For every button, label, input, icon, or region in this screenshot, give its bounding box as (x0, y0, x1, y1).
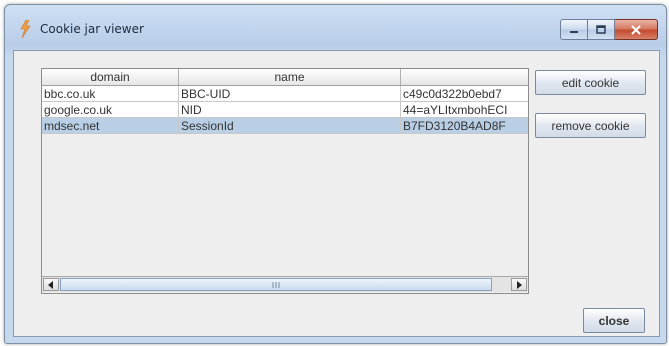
cell-domain: bbc.co.uk (42, 86, 179, 102)
minimize-button[interactable] (560, 19, 588, 40)
cell-name: BBC-UID (179, 86, 401, 102)
close-button[interactable]: close (583, 308, 645, 333)
table-row-selected[interactable]: mdsec.net SessionId B7FD3120B4AD8F (42, 118, 528, 135)
title-bar[interactable]: Cookie jar viewer (5, 5, 666, 51)
cookie-table: domain name bbc.co.uk BBC-UID c49c0d322b… (41, 68, 529, 294)
scroll-left-button[interactable] (43, 278, 59, 291)
scroll-right-button[interactable] (511, 278, 527, 291)
arrow-left-icon (48, 280, 53, 289)
arrow-right-icon (517, 280, 522, 289)
cell-domain: google.co.uk (42, 102, 179, 118)
table-row[interactable]: bbc.co.uk BBC-UID c49c0d322b0ebd7 (42, 86, 528, 103)
column-header-name[interactable]: name (179, 69, 401, 85)
window-close-button[interactable] (615, 19, 658, 40)
cookie-jar-window: Cookie jar viewer domain name bbc.co.uk … (4, 4, 667, 344)
table-header: domain name (42, 69, 528, 86)
cell-value: 44=aYLItxmbohECI (401, 102, 528, 118)
window-controls (560, 19, 658, 40)
cell-name: NID (179, 102, 401, 118)
edit-cookie-button[interactable]: edit cookie (535, 70, 646, 95)
close-icon (631, 24, 641, 35)
window-title: Cookie jar viewer (40, 22, 144, 36)
dialog-body: domain name bbc.co.uk BBC-UID c49c0d322b… (13, 50, 660, 337)
maximize-button[interactable] (588, 19, 615, 40)
minimize-icon (570, 30, 578, 33)
column-header-value[interactable] (401, 69, 528, 85)
cell-name: SessionId (179, 118, 401, 134)
maximize-icon (596, 25, 606, 34)
java-app-icon (20, 20, 31, 38)
remove-cookie-button[interactable]: remove cookie (535, 113, 646, 138)
horizontal-scrollbar[interactable] (42, 276, 528, 292)
cell-domain: mdsec.net (42, 118, 179, 134)
cell-value: B7FD3120B4AD8F (401, 118, 528, 134)
scrollbar-thumb[interactable] (60, 278, 492, 291)
cell-value: c49c0d322b0ebd7 (401, 86, 528, 102)
table-row[interactable]: google.co.uk NID 44=aYLItxmbohECI (42, 102, 528, 119)
grip-icon (272, 282, 280, 288)
column-header-domain[interactable]: domain (42, 69, 179, 85)
